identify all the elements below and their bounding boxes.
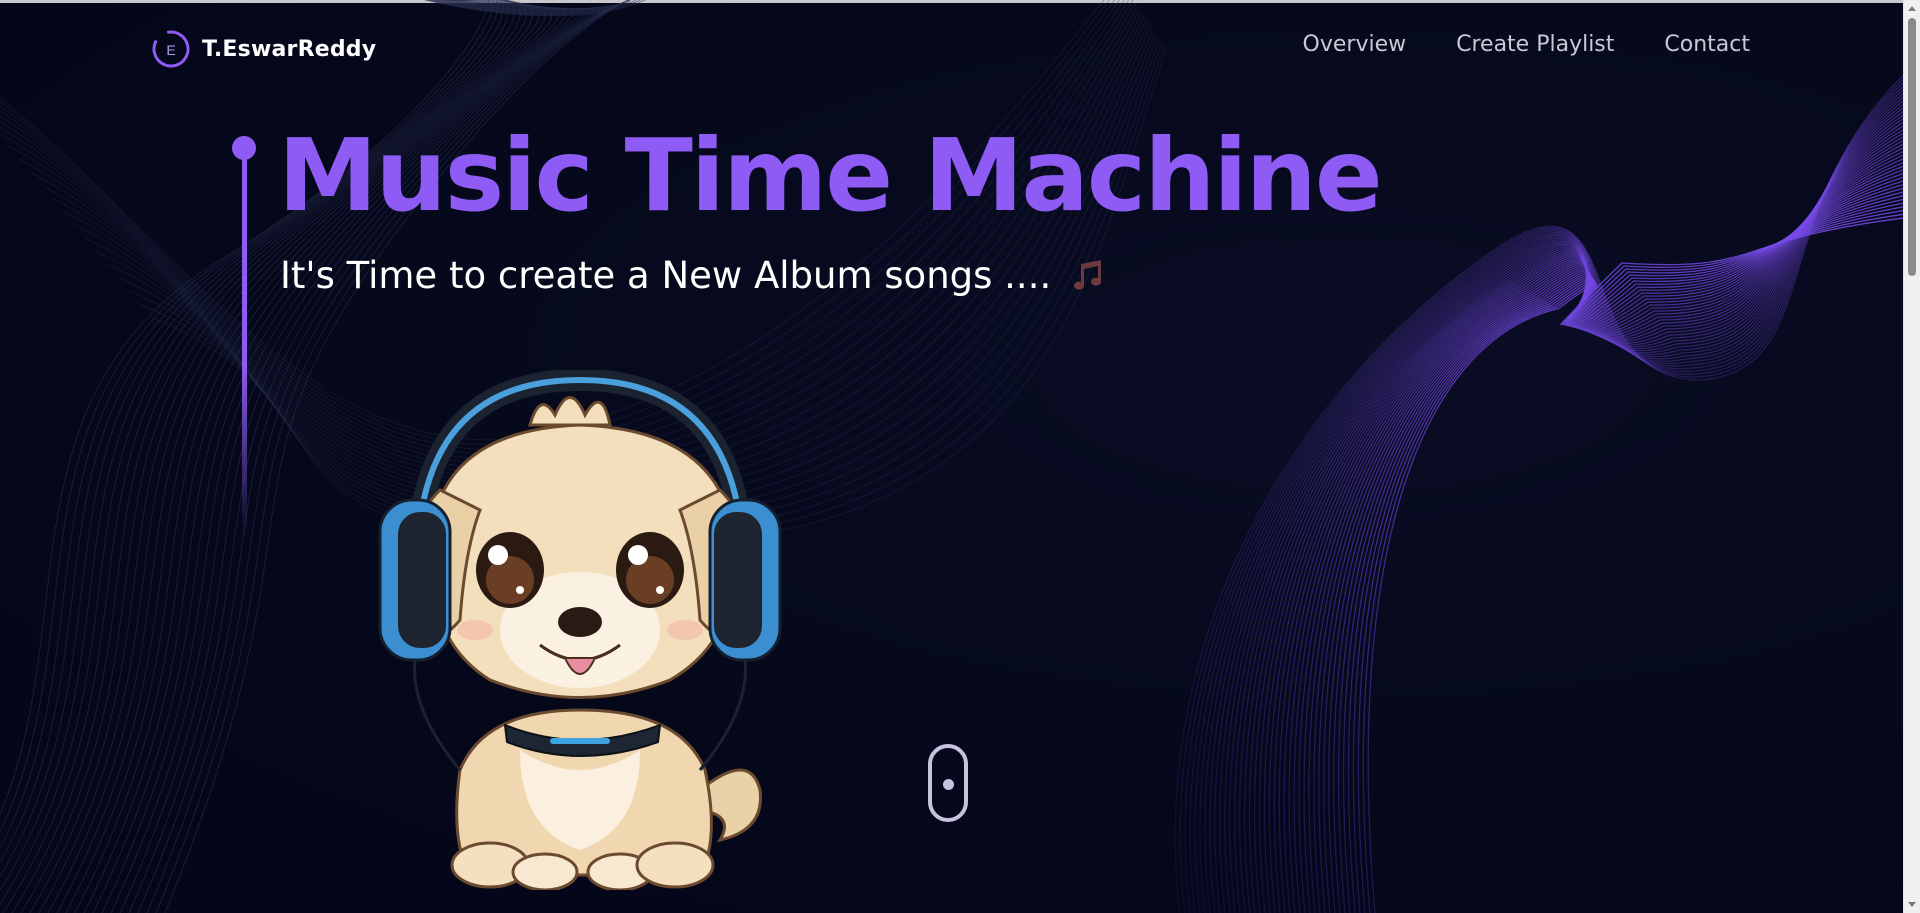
logo-circle-icon: E <box>152 30 190 68</box>
page-scrollbar[interactable] <box>1903 0 1920 913</box>
scroll-up-arrow-icon[interactable] <box>1908 6 1916 11</box>
scroll-down-arrow-icon[interactable] <box>1908 902 1916 907</box>
site-logo[interactable]: E T.EswarReddy <box>152 28 376 70</box>
mouse-scroll-icon[interactable] <box>928 744 968 822</box>
page: E T.EswarReddy Overview Create Playlist … <box>0 0 1920 913</box>
timeline-line <box>242 152 247 536</box>
puppy-headphones-image <box>378 370 782 890</box>
main-nav: Overview Create Playlist Contact <box>1303 32 1750 57</box>
hero-subtitle-row: It's Time to create a New Album songs ..… <box>280 254 1107 297</box>
logo-letter: E <box>166 42 175 58</box>
hero-timeline-accent <box>232 136 256 536</box>
music-notes-icon <box>1074 259 1102 290</box>
brand-name: T.EswarReddy <box>202 36 377 62</box>
hero-title: Music Time Machine <box>278 117 1383 234</box>
scroll-dot <box>942 779 954 790</box>
nav-create-playlist[interactable]: Create Playlist <box>1456 32 1614 57</box>
nav-contact[interactable]: Contact <box>1664 32 1750 57</box>
scroll-thumb[interactable] <box>1908 18 1916 276</box>
nav-overview[interactable]: Overview <box>1303 32 1407 57</box>
hero-subtitle: It's Time to create a New Album songs ..… <box>280 254 1052 297</box>
